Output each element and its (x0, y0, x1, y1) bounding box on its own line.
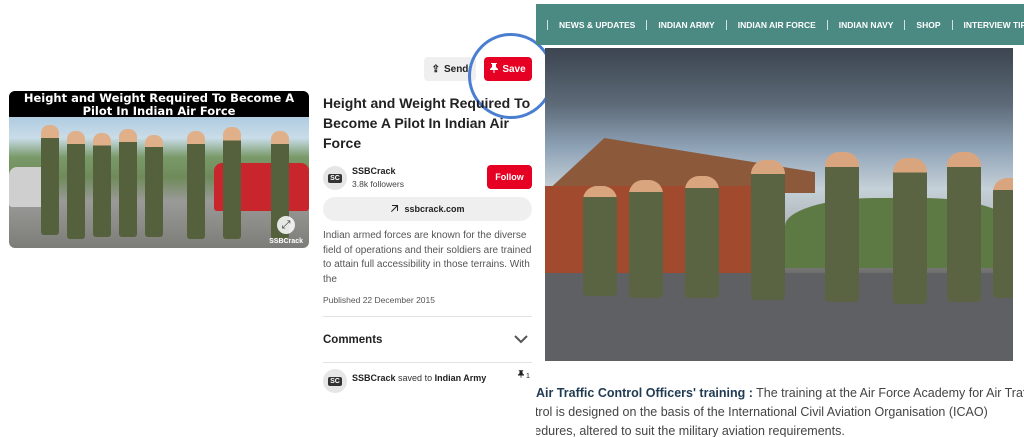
save-label: Save (502, 63, 526, 75)
nav-separator (904, 19, 906, 30)
saved-activity: SSBCrack saved to Indian Army (352, 373, 486, 383)
pin-title: Height and Weight Required To Become A P… (323, 95, 531, 151)
author-avatar[interactable]: SC (323, 166, 347, 190)
article-line-2: ntrol is designed on the basis of the In… (536, 405, 988, 419)
pin-icon (518, 370, 526, 380)
nav-news-updates[interactable]: NEWS & UPDATES (559, 20, 635, 30)
pin-image[interactable]: Height and Weight Required To Become A P… (9, 91, 309, 248)
follower-count: 3.8k followers (352, 179, 404, 189)
image-figure (41, 125, 59, 235)
arrow-up-right-icon (390, 204, 399, 215)
article-body: Air Traffic Control Officers' training :… (536, 384, 1024, 437)
expand-icon[interactable]: ⤢ (277, 216, 295, 234)
comments-heading: Comments (323, 334, 383, 346)
article-line-1-text: The training at the Air Force Academy fo… (756, 386, 1024, 400)
image-watermark: SSBCrack (269, 238, 303, 245)
photo-figure (629, 180, 663, 298)
site-nav: NEWS & UPDATES INDIAN ARMY INDIAN AIR FO… (536, 4, 1024, 45)
nav-separator (725, 19, 727, 30)
photo-figure (825, 152, 859, 302)
image-figure (223, 127, 241, 239)
image-figure (93, 133, 111, 237)
saver-name[interactable]: SSBCrack (352, 373, 396, 383)
send-label: Send (443, 63, 469, 75)
image-figure (187, 131, 205, 239)
article-line-3: cedures, altered to suit the military av… (536, 424, 845, 437)
article-photo (545, 48, 1013, 361)
image-figure (119, 129, 137, 237)
pin-description: Indian armed forces are known for the di… (323, 230, 532, 285)
avatar-initials: SC (328, 173, 342, 183)
pin-count: 1 (518, 370, 530, 380)
pin-count-value: 1 (525, 373, 530, 380)
nav-separator (951, 19, 953, 30)
photo-figure (685, 176, 719, 298)
source-link-label: ssbcrack.com (404, 204, 465, 214)
nav-indian-air-force[interactable]: INDIAN AIR FORCE (738, 20, 816, 30)
source-link-button[interactable]: ssbcrack.com (323, 197, 532, 221)
photo-figure (583, 186, 617, 296)
nav-shop[interactable]: SHOP (916, 20, 940, 30)
photo-figure (751, 160, 785, 300)
image-figure (145, 135, 163, 237)
photo-figure (947, 152, 981, 302)
image-figure (67, 131, 85, 239)
author-name[interactable]: SSBCrack (352, 166, 396, 176)
saved-to-text: saved to (398, 373, 433, 383)
article-line-1: Air Traffic Control Officers' training :… (536, 386, 1024, 400)
send-button[interactable]: ⇪ Send (424, 57, 476, 81)
save-button[interactable]: Save (484, 57, 532, 81)
saved-board-link[interactable]: Indian Army (435, 373, 487, 383)
avatar-initials: SC (328, 376, 342, 386)
article-subheading: Air Traffic Control Officers' training : (536, 386, 753, 400)
chevron-down-icon[interactable] (512, 332, 530, 346)
nav-indian-army[interactable]: INDIAN ARMY (658, 20, 714, 30)
divider (323, 362, 532, 363)
share-icon: ⇪ (431, 63, 440, 75)
nav-indian-navy[interactable]: INDIAN NAVY (839, 20, 894, 30)
pin-image-caption: Height and Weight Required To Become A P… (9, 91, 309, 117)
follow-button[interactable]: Follow (487, 165, 532, 189)
published-date: Published 22 December 2015 (323, 295, 435, 305)
nav-separator (826, 19, 828, 30)
nav-separator (646, 19, 648, 30)
photo-figure (893, 158, 927, 304)
nav-separator (547, 19, 548, 30)
photo-figure (993, 178, 1013, 298)
divider (323, 316, 532, 317)
pin-icon (490, 62, 499, 76)
saver-avatar[interactable]: SC (323, 369, 347, 393)
nav-interview-tips[interactable]: INTERVIEW TIPS (964, 20, 1024, 30)
